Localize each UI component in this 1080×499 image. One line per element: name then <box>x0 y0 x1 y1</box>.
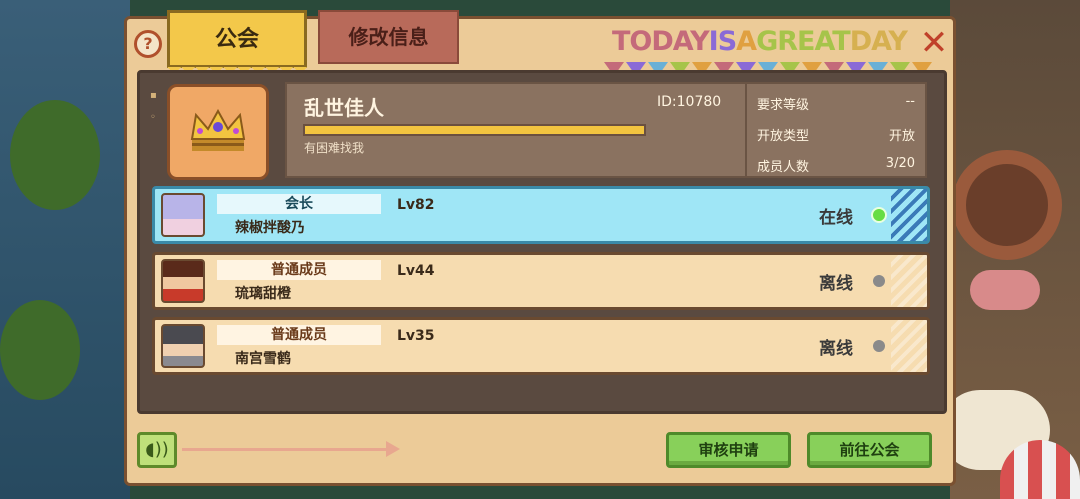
guild-motto: 有困难找我 <box>304 141 365 155</box>
guild-crest <box>167 84 269 180</box>
arrow-line <box>182 448 392 451</box>
member-level: Lv44 <box>397 263 435 279</box>
member-row[interactable]: 会长 辣椒拌酸乃 Lv82 在线 <box>152 186 930 244</box>
avatar <box>161 259 205 303</box>
role-tag: 普通成员 <box>217 325 381 345</box>
decor-icon: ▪ ◦ <box>150 90 157 123</box>
role-tag: 会长 <box>217 194 381 214</box>
member-name: 琉璃甜橙 <box>235 286 291 302</box>
member-status: 在线 <box>819 208 853 228</box>
status-dot <box>871 207 887 223</box>
guild-stats: 要求等级 -- 开放类型 开放 成员人数 3/20 <box>745 82 927 178</box>
member-name: 辣椒拌酸乃 <box>235 220 305 236</box>
member-row[interactable]: 普通成员 琉璃甜橙 Lv44 离线 <box>152 252 930 310</box>
review-applications-button[interactable]: 审核申请 <box>666 432 791 468</box>
tab-edit-info[interactable]: 修改信息 <box>318 10 459 64</box>
guild-progress-fill <box>305 126 644 134</box>
speaker-icon[interactable]: ◖)) <box>137 432 177 468</box>
stat-member-count: 成员人数 3/20 <box>757 156 915 175</box>
member-level: Lv35 <box>397 328 435 344</box>
status-dot <box>873 275 885 287</box>
close-icon[interactable]: ✕ <box>918 26 950 60</box>
member-status: 离线 <box>819 339 853 359</box>
member-name: 南宫雪鹤 <box>235 351 291 367</box>
question-icon[interactable]: ? <box>134 30 162 58</box>
banner-word: A <box>736 26 757 57</box>
go-to-guild-button[interactable]: 前往公会 <box>807 432 932 468</box>
banner-word: TODAY <box>612 26 710 57</box>
banner-word: GREAT <box>756 26 851 57</box>
tab-guild[interactable]: 公会 <box>167 10 307 81</box>
banner-word: DAY <box>849 26 908 57</box>
ferris-wheel <box>952 150 1062 260</box>
pig-sprite <box>970 270 1040 310</box>
crown-icon <box>190 109 246 151</box>
banner-word: IS <box>708 26 737 57</box>
stat-required-level: 要求等级 -- <box>757 94 915 113</box>
stat-open-type: 开放类型 开放 <box>757 129 915 144</box>
member-status: 离线 <box>819 274 853 294</box>
status-dot <box>873 340 885 352</box>
avatar <box>161 193 205 237</box>
guild-id: ID:10780 <box>657 94 722 110</box>
today-banner: TODAY IS A GREAT DAY <box>612 26 908 57</box>
avatar <box>161 324 205 368</box>
guild-name: 乱世佳人 <box>304 96 384 120</box>
member-row[interactable]: 普通成员 南宫雪鹤 Lv35 离线 <box>152 317 930 375</box>
arrow-right-icon <box>386 441 400 457</box>
role-tag: 普通成员 <box>217 260 381 280</box>
guild-progress-bar <box>303 124 646 136</box>
member-level: Lv82 <box>397 197 435 213</box>
